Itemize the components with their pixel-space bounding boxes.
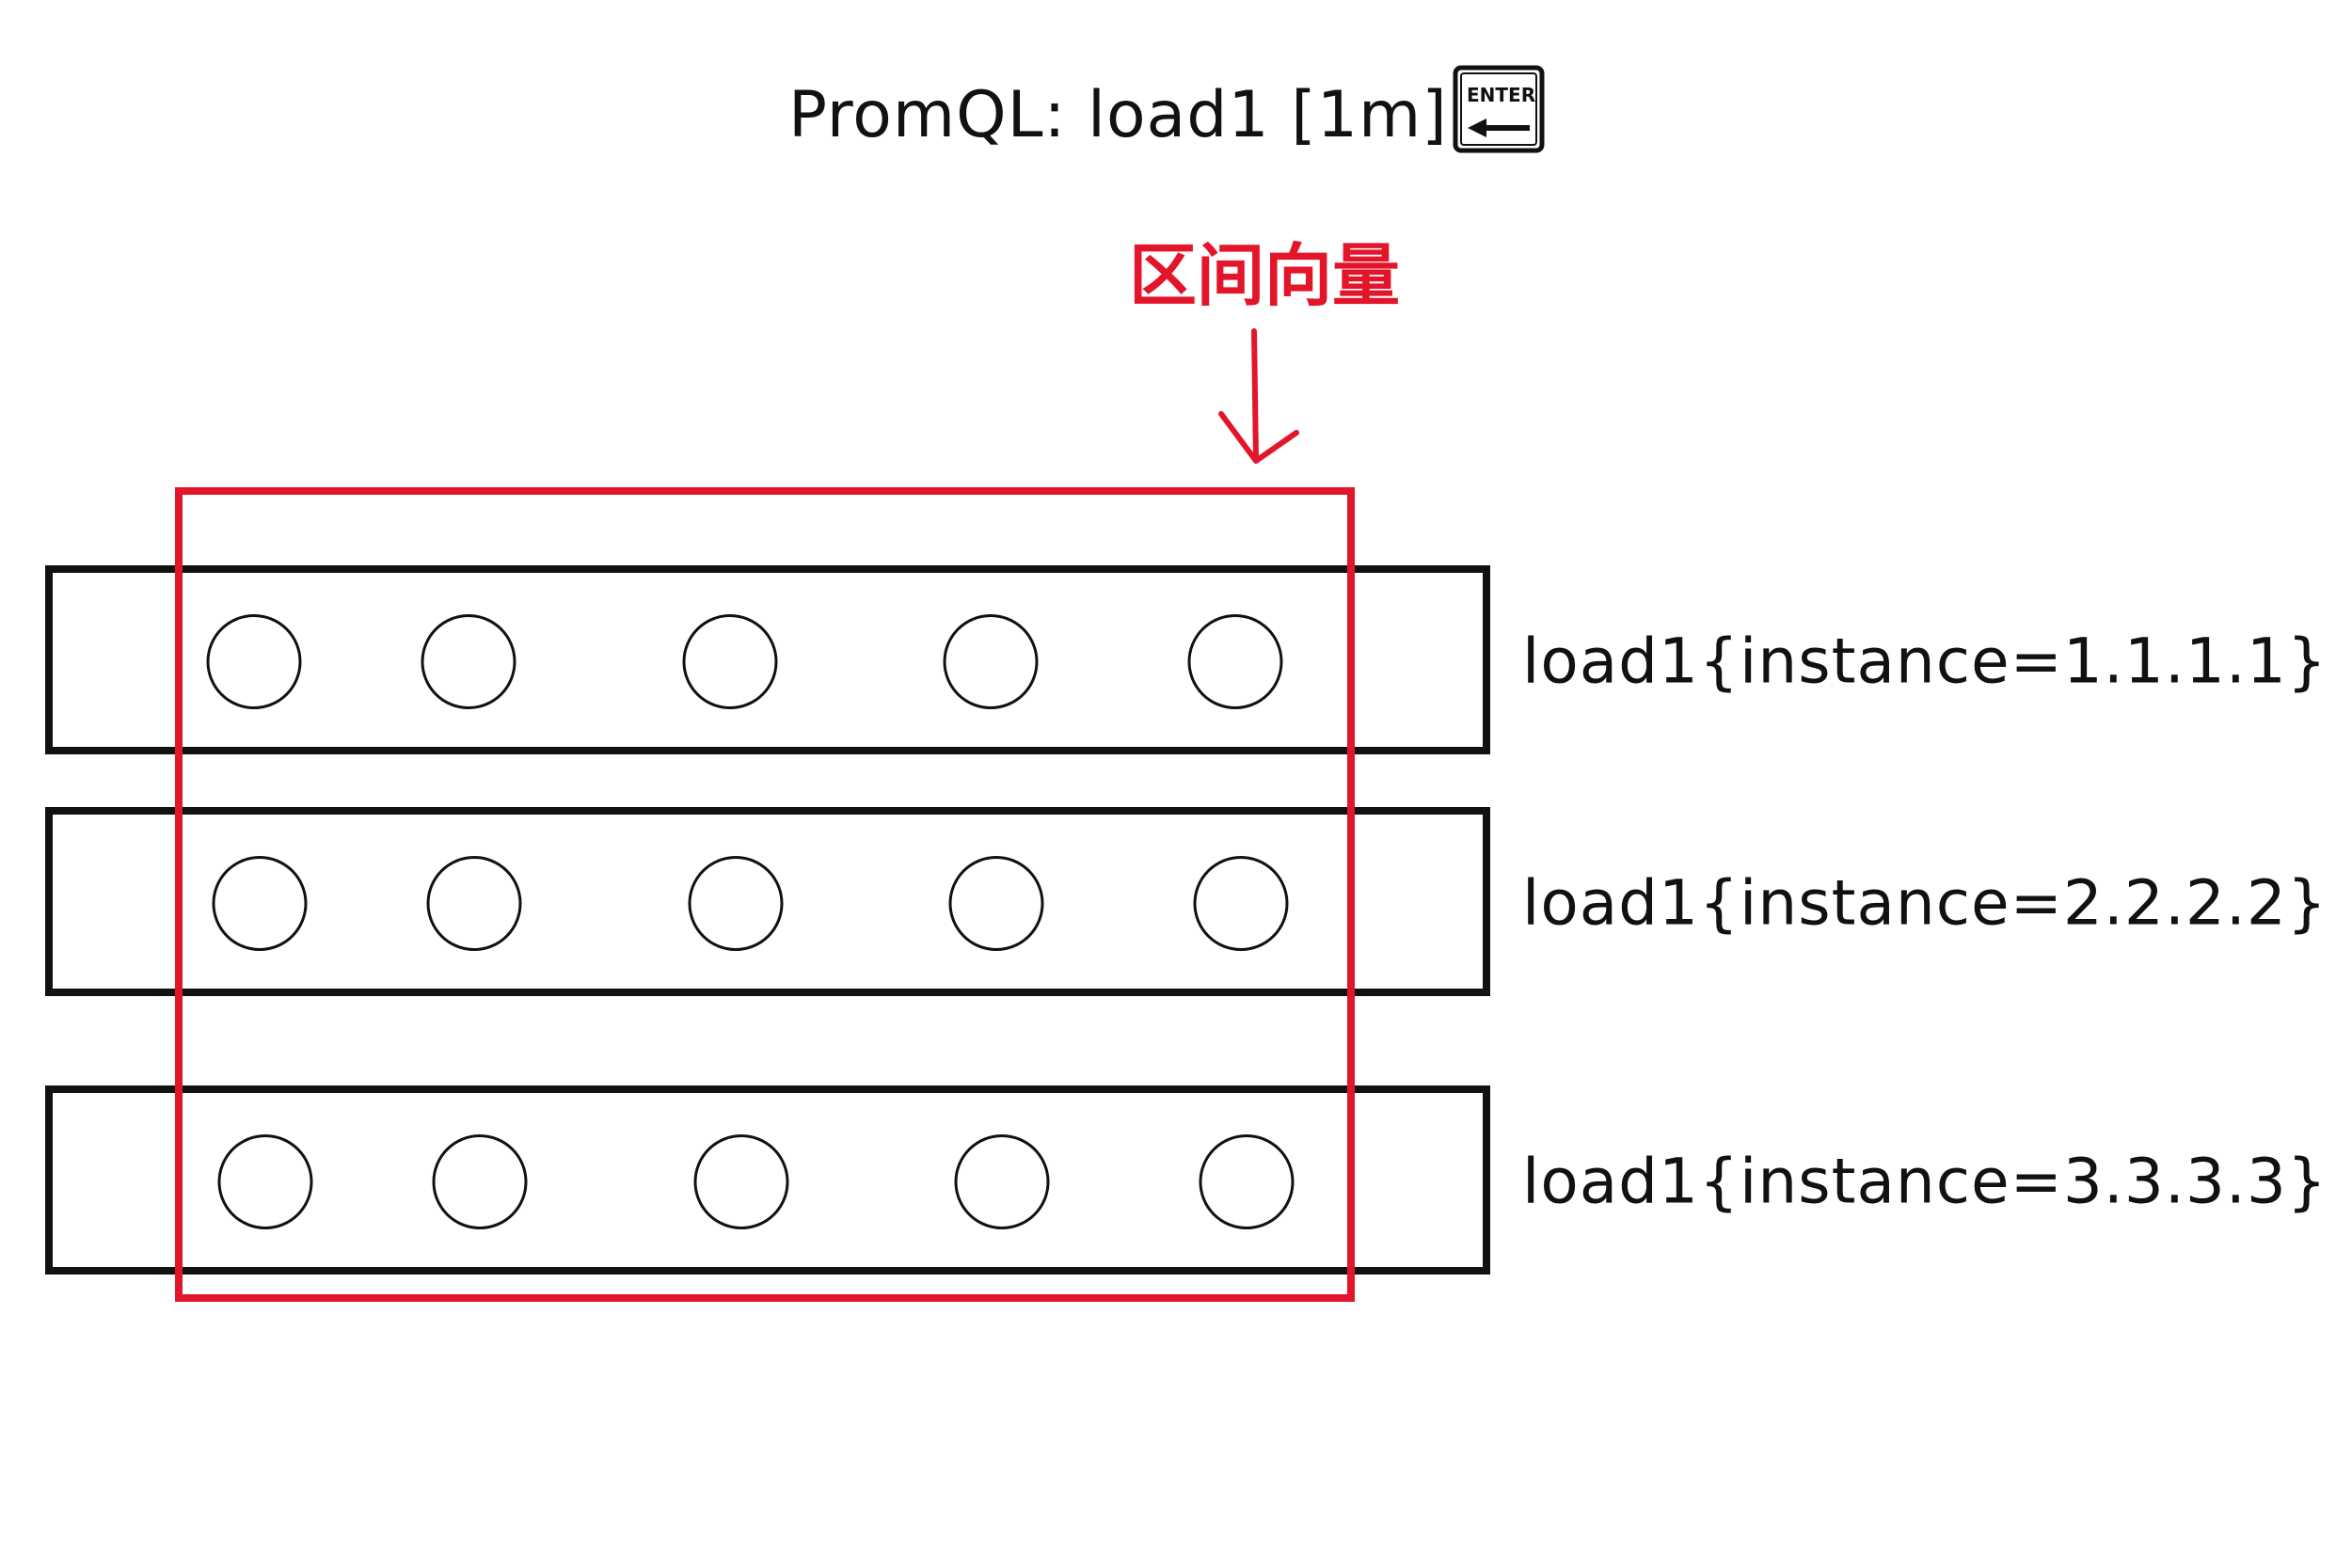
range-vector-diagram: PromQL: load1 [1m] ENTER 区间向量 load1{inst… xyxy=(45,65,2328,1302)
sample-point xyxy=(688,856,784,951)
series-row: load1{instance=1.1.1.1} xyxy=(45,565,2328,754)
sample-point xyxy=(948,856,1044,951)
series-track xyxy=(45,807,1490,996)
series-track xyxy=(45,1085,1490,1275)
range-vector-annotation: 区间向量 xyxy=(1129,236,1400,315)
series-label: load1{instance=3.3.3.3} xyxy=(1522,1146,2328,1218)
sample-point xyxy=(954,1134,1050,1229)
sample-point xyxy=(432,1134,528,1229)
sample-point xyxy=(421,614,516,709)
sample-point xyxy=(1199,1134,1295,1229)
sample-point xyxy=(943,614,1039,709)
sample-point xyxy=(682,614,778,709)
series-label: load1{instance=2.2.2.2} xyxy=(1522,867,2328,940)
enter-key-label: ENTER xyxy=(1467,84,1535,106)
sample-point xyxy=(206,614,302,709)
sample-point xyxy=(1193,856,1289,951)
range-selection-window xyxy=(175,487,1355,1302)
sample-point xyxy=(1187,614,1283,709)
promql-query-text: PromQL: load1 [1m] xyxy=(788,78,1448,152)
sample-point xyxy=(212,856,308,951)
sample-point xyxy=(693,1134,789,1229)
series-group: load1{instance=1.1.1.1} load1{instance=2.… xyxy=(45,565,2328,1275)
enter-key-icon: ENTER xyxy=(1453,65,1545,153)
series-row: load1{instance=2.2.2.2} xyxy=(45,807,2328,996)
arrow-down-icon xyxy=(1218,328,1299,464)
sample-point xyxy=(426,856,522,951)
sample-point xyxy=(217,1134,313,1229)
series-row: load1{instance=3.3.3.3} xyxy=(45,1085,2328,1275)
series-track xyxy=(45,565,1490,754)
series-label: load1{instance=1.1.1.1} xyxy=(1522,626,2328,698)
